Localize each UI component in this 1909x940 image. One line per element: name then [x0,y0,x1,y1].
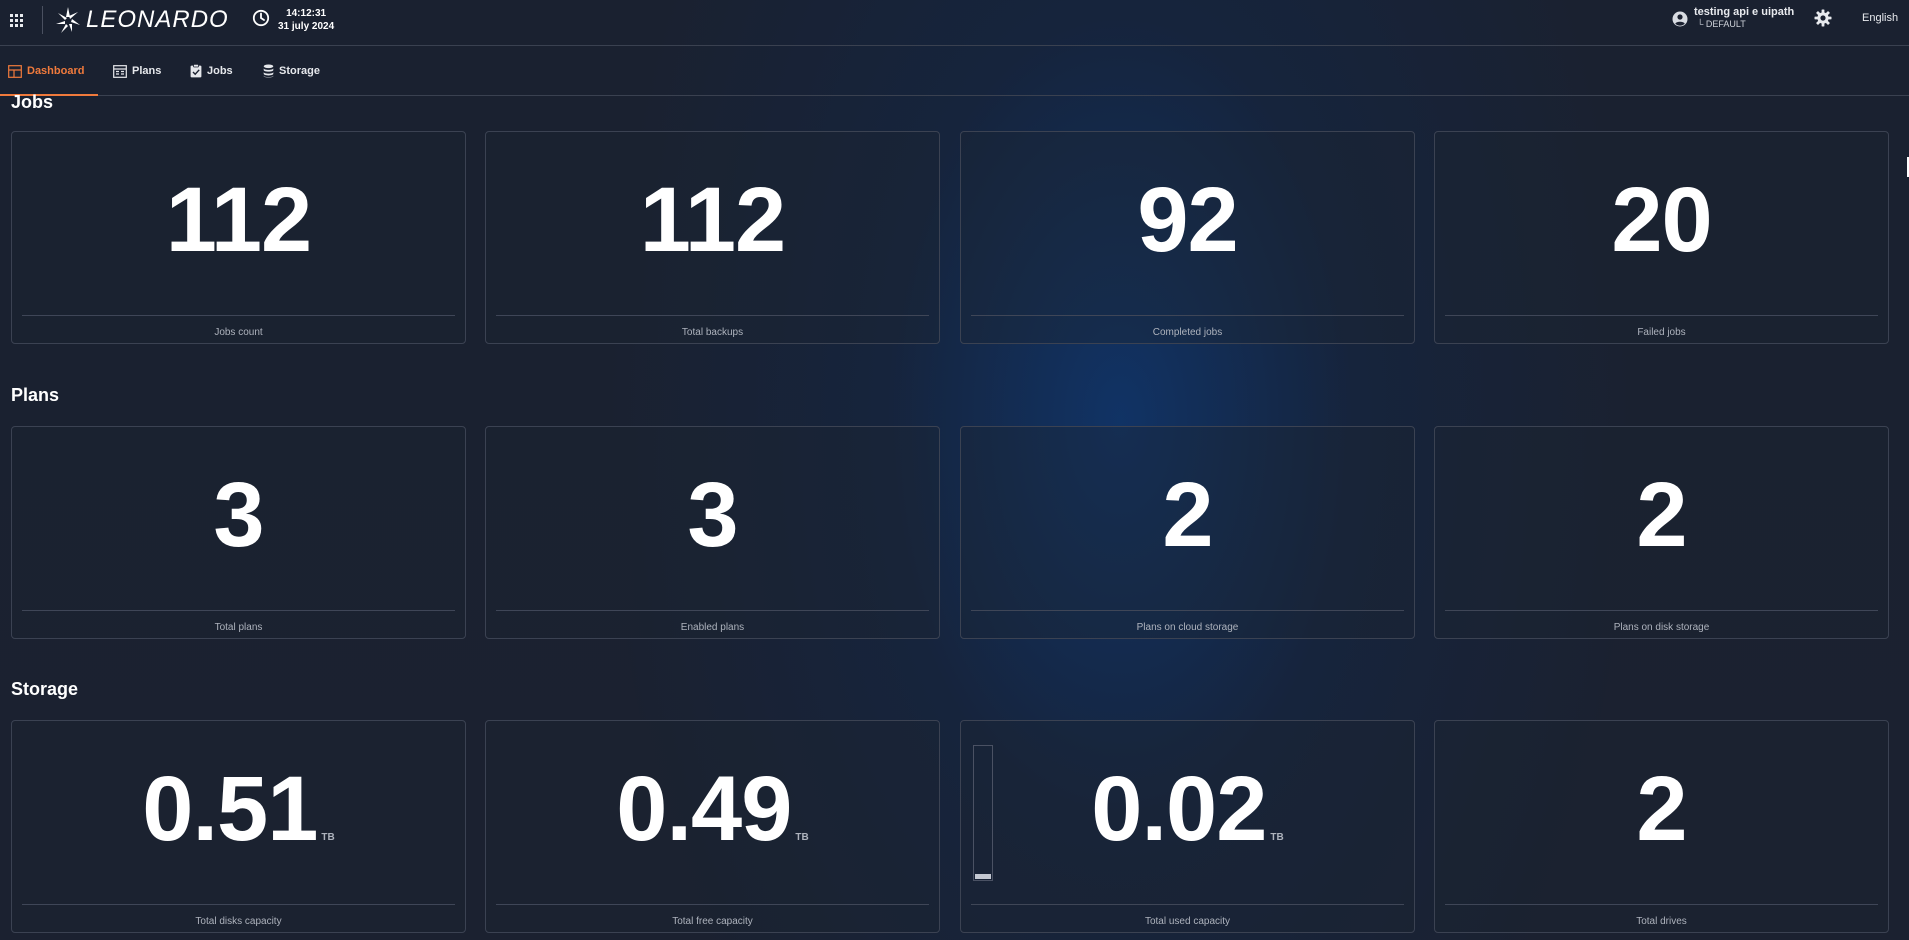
settings-gear-icon[interactable] [1814,9,1832,27]
stat-value: 0.49 [616,758,792,860]
tab-dashboard[interactable]: Dashboard [0,47,100,96]
card-divider [22,610,455,611]
top-bar: LEONARDO 14:12:31 31 july 2024 testing a… [0,0,1909,46]
tab-jobs[interactable]: Jobs [190,47,233,95]
card-divider [1445,315,1878,316]
stat-value: 0.51 [142,758,318,860]
stat-label: Failed jobs [1637,327,1686,338]
stat-value: 2 [1636,464,1687,566]
tab-storage[interactable]: Storage [263,47,320,95]
stat-card-total-used-capacity: 0.02 TB Total used capacity [960,720,1415,933]
stat-label: Total used capacity [1144,916,1231,927]
stat-card-total-backups: 112 Total backups [485,131,940,344]
jobs-clipboard-icon [190,64,202,78]
stat-label: Total backups [681,327,744,338]
tab-plans[interactable]: Plans [113,47,161,95]
section-title-jobs: Jobs [11,92,54,112]
stat-label: Plans on cloud storage [1136,622,1239,633]
stat-label: Jobs count [214,327,263,338]
account-icon [1672,11,1688,27]
card-divider [496,904,929,905]
clock-icon [252,9,270,27]
stat-value: 2 [1636,758,1687,860]
date-time: 14:12:31 31 july 2024 [278,7,334,33]
current-time: 14:12:31 [286,8,327,19]
dashboard-icon [8,64,22,78]
user-profile: └ DEFAULT [1697,19,1746,29]
storage-database-icon [263,64,274,78]
stat-value: 3 [687,464,738,566]
stat-card-enabled-plans: 3 Enabled plans [485,426,940,639]
stat-label: Total plans [214,622,263,633]
plans-icon [113,64,127,78]
card-divider [1445,904,1878,905]
stat-card-failed-jobs: 20 Failed jobs [1434,131,1889,344]
app-logo[interactable]: LEONARDO [54,5,229,35]
app-name: LEONARDO [86,6,229,33]
stat-value-group: 0.02 TB [961,759,1414,888]
stat-value: 112 [165,169,312,271]
card-divider [496,610,929,611]
user-name: testing api e uipath [1694,6,1795,18]
stat-label: Total disks capacity [195,916,282,927]
section-title-storage: Storage [11,679,79,699]
tab-jobs-label: Jobs [207,65,233,77]
stat-card-total-disks-capacity: 0.51 TB Total disks capacity [11,720,466,933]
stat-value: 2 [1162,464,1213,566]
card-divider [971,315,1404,316]
card-divider [1445,610,1878,611]
card-divider [971,610,1404,611]
current-date: 31 july 2024 [278,21,335,32]
stat-value-group: 0.51 TB [12,759,465,888]
stat-card-total-free-capacity: 0.49 TB Total free capacity [485,720,940,933]
stat-value: 112 [639,169,786,271]
stat-card-plans-cloud-storage: 2 Plans on cloud storage [960,426,1415,639]
card-divider [496,315,929,316]
header-divider [42,6,43,34]
user-menu[interactable]: testing api e uipath └ DEFAULT [1672,6,1794,30]
stat-card-total-drives: 2 Total drives [1434,720,1889,933]
stat-label: Plans on disk storage [1613,622,1710,633]
stat-card-completed-jobs: 92 Completed jobs [960,131,1415,344]
main-nav: Dashboard Plans Jobs Storage [0,47,1909,96]
stat-label: Completed jobs [1152,327,1223,338]
card-divider [971,904,1404,905]
stat-label: Total free capacity [672,916,753,927]
tab-dashboard-label: Dashboard [27,65,85,77]
card-divider [22,315,455,316]
stat-value: 3 [213,464,264,566]
stat-value-group: 0.49 TB [486,759,939,888]
card-divider [22,904,455,905]
stat-value: 20 [1611,169,1712,271]
stat-card-total-plans: 3 Total plans [11,426,466,639]
apps-grid-icon[interactable] [10,14,24,28]
language-selector[interactable]: English [1862,12,1898,24]
stat-card-plans-disk-storage: 2 Plans on disk storage [1434,426,1889,639]
stat-card-jobs-count: 112 Jobs count [11,131,466,344]
section-title-plans: Plans [11,385,60,405]
tab-storage-label: Storage [279,65,320,77]
stat-value: 92 [1137,169,1238,271]
stat-unit: TB [795,832,809,843]
tab-plans-label: Plans [132,65,162,77]
stat-value: 0.02 [1091,758,1267,860]
stat-unit: TB [321,832,335,843]
stat-label: Total drives [1636,916,1687,927]
stat-unit: TB [1270,832,1284,843]
leonardo-logo-icon [56,7,80,33]
stat-label: Enabled plans [680,622,745,633]
